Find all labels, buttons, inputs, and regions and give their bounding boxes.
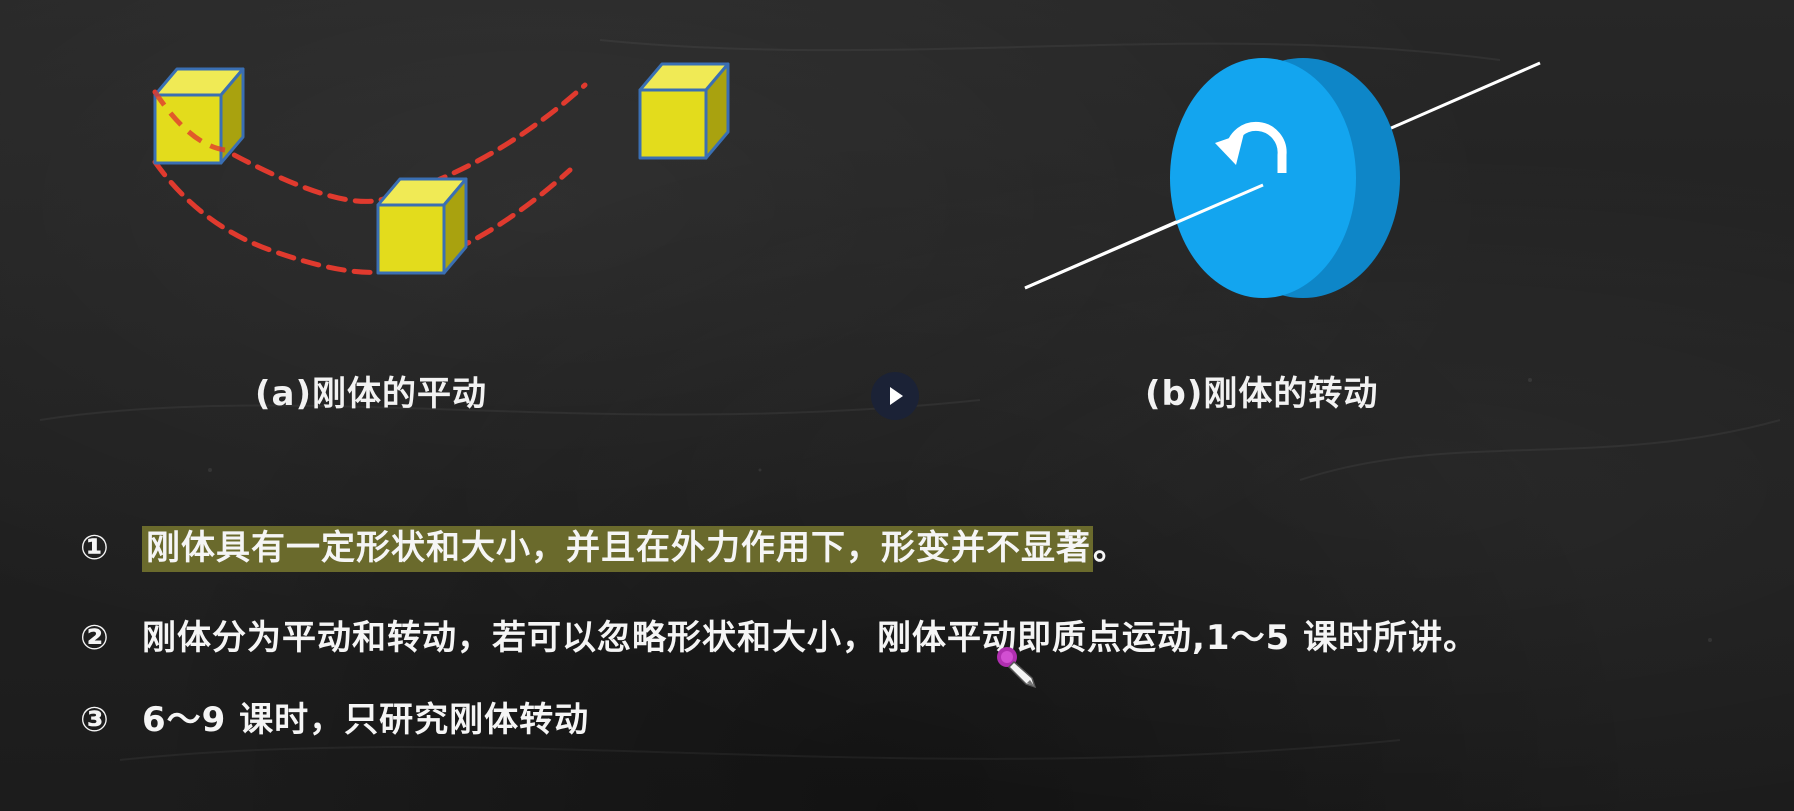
point-2-number: ② [80, 618, 110, 658]
disk-face [1170, 58, 1356, 298]
point-1-number: ① [80, 528, 110, 568]
play-button[interactable] [871, 372, 919, 420]
cube-start [153, 67, 245, 165]
pen-cursor-icon [997, 647, 1037, 689]
cube-middle [376, 177, 468, 275]
point-2: ② 刚体分为平动和转动，若可以忽略形状和大小，刚体平动即质点运动,1～5 课时所讲… [80, 610, 1478, 659]
lower-path [152, 159, 573, 275]
point-3-number: ③ [80, 700, 110, 740]
play-icon [890, 387, 903, 405]
point-2-text: 刚体分为平动和转动，若可以忽略形状和大小，刚体平动即质点运动,1～5 课时所讲。 [142, 618, 1479, 658]
caption-rotation: (b)刚体的转动 [1145, 374, 1379, 414]
rotation-diagram [1024, 58, 1541, 298]
caption-translation: (a)刚体的平动 [255, 374, 488, 414]
point-1-highlighted-text: 刚体具有一定形状和大小，并且在外力作用下，形变并不显著 [142, 526, 1093, 572]
point-1-tail: 。 [1093, 528, 1128, 568]
translation-diagram [152, 62, 730, 275]
blackboard-slide: (a)刚体的平动 (b)刚体的转动 ① 刚体具有一定形状和大小，并且在外力作用下，… [0, 0, 1794, 811]
cube-end [638, 62, 730, 160]
point-1: ① 刚体具有一定形状和大小，并且在外力作用下，形变并不显著。 [80, 520, 1128, 572]
point-3-text: 6～9 课时，只研究刚体转动 [142, 700, 590, 740]
point-3: ③ 6～9 课时，只研究刚体转动 [80, 692, 589, 741]
